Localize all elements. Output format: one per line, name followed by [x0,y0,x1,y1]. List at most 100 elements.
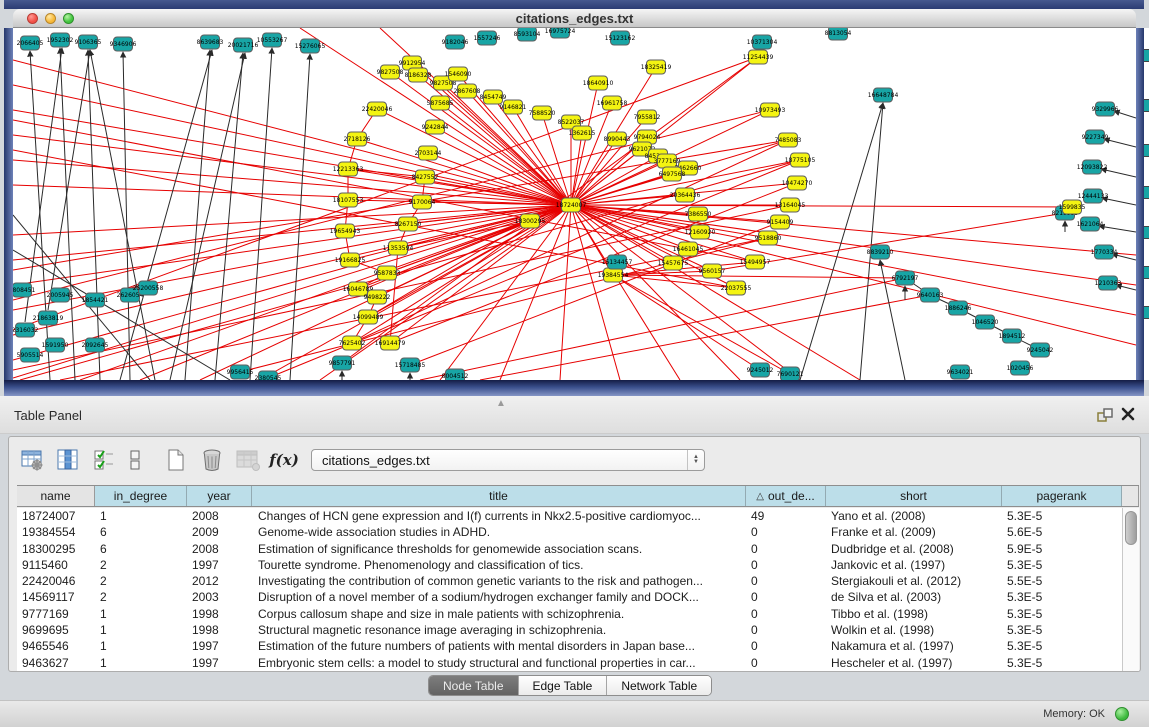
graph-node[interactable] [1144,49,1149,62]
table-cell[interactable]: 0 [746,638,826,654]
table-cell[interactable]: 2 [95,589,187,605]
table-cell[interactable]: Tourette syndrome. Phenomenology and cla… [252,557,746,573]
table-row[interactable]: 1456911722003Disruption of a novel membe… [17,589,1122,605]
new-table-button[interactable] [163,447,189,473]
table-cell[interactable]: 1 [95,622,187,638]
table-cell[interactable]: Estimation of the future numbers of pati… [252,638,746,654]
table-cell[interactable]: 9465546 [17,638,95,654]
table-cell[interactable]: 0 [746,541,826,557]
graph-edge[interactable] [377,109,571,205]
table-cell[interactable]: Disruption of a novel member of a sodium… [252,589,746,605]
table-cell[interactable]: 2008 [187,508,252,524]
table-cell[interactable]: 2008 [187,541,252,557]
table-cell[interactable]: 1998 [187,622,252,638]
show-columns-button[interactable] [55,447,81,473]
table-cell[interactable]: 5.3E-5 [1002,638,1122,654]
table-row[interactable]: 1938455462009Genome-wide association stu… [17,524,1122,540]
column-header-title[interactable]: title [252,486,746,506]
graph-edge[interactable] [500,205,571,380]
float-panel-button[interactable] [1096,407,1114,423]
tab-node-table[interactable]: Node Table [429,676,519,695]
table-cell[interactable]: Structural magnetic resonance image aver… [252,622,746,638]
table-row[interactable]: 946554611997Estimation of the future num… [17,638,1122,654]
graph-edge[interactable] [357,139,571,205]
table-row[interactable]: 977716911998Corpus callosum shape and si… [17,606,1122,622]
table-cell[interactable]: 1997 [187,655,252,671]
column-header-in-degree[interactable]: in_degree [95,486,187,506]
table-cell[interactable]: 5.5E-5 [1002,573,1122,589]
table-cell[interactable]: Estimation of significance thresholds fo… [252,541,746,557]
memory-status-indicator[interactable] [1115,707,1129,721]
table-cell[interactable]: 9699695 [17,622,95,638]
table-cell[interactable]: 2003 [187,589,252,605]
table-cell[interactable]: Changes of HCN gene expression and I(f) … [252,508,746,524]
column-header-name[interactable]: name [17,486,95,506]
table-cell[interactable]: 5.3E-5 [1002,589,1122,605]
function-builder-button[interactable]: f(x) [271,447,297,473]
stack-rows-button[interactable] [127,447,143,473]
table-row[interactable]: 969969511998Structural magnetic resonanc… [17,622,1122,638]
table-cell[interactable]: Stergiakouli et al. (2012) [826,573,1002,589]
select-rows-button[interactable] [91,447,117,473]
close-panel-button[interactable] [1120,406,1136,422]
table-cell[interactable]: Franke et al. (2009) [826,524,1002,540]
table-cell[interactable]: 49 [746,508,826,524]
table-cell[interactable]: 18724007 [17,508,95,524]
tab-edge-table[interactable]: Edge Table [519,676,608,695]
table-cell[interactable]: 9115460 [17,557,95,573]
table-cell[interactable]: 0 [746,524,826,540]
table-cell[interactable]: Genome-wide association studies in ADHD. [252,524,746,540]
column-header-year[interactable]: year [187,486,252,506]
table-cell[interactable]: 2 [95,573,187,589]
graph-node[interactable] [1144,226,1149,239]
table-cell[interactable]: 19384554 [17,524,95,540]
column-header-out-de-[interactable]: △out_de... [746,486,826,506]
table-cell[interactable]: Tibbo et al. (1998) [826,606,1002,622]
table-row[interactable]: 946362711997Embryonic stem cells: a mode… [17,655,1122,671]
table-cell[interactable]: 5.3E-5 [1002,655,1122,671]
table-cell[interactable]: 1 [95,638,187,654]
window-titlebar[interactable]: citations_edges.txt [13,9,1136,28]
table-cell[interactable]: Jankovic et al. (1997) [826,557,1002,573]
table-cell[interactable]: 0 [746,557,826,573]
graph-edge[interactable] [560,205,571,380]
table-cell[interactable]: 9463627 [17,655,95,671]
graph-node[interactable] [1144,186,1149,199]
table-cell[interactable]: 14569117 [17,589,95,605]
table-cell[interactable]: Dudbridge et al. (2008) [826,541,1002,557]
table-cell[interactable]: 18300295 [17,541,95,557]
column-header-pagerank[interactable]: pagerank [1002,486,1122,506]
table-cell[interactable]: 0 [746,573,826,589]
network-canvas[interactable]: 1872400718300295193845541513445722420046… [13,28,1136,380]
table-cell[interactable]: 22420046 [17,573,95,589]
table-cell[interactable]: 2 [95,557,187,573]
table-cell[interactable]: 9777169 [17,606,95,622]
table-cell[interactable]: Investigating the contribution of common… [252,573,746,589]
table-cell[interactable]: 0 [746,606,826,622]
table-cell[interactable]: 1997 [187,557,252,573]
table-cell[interactable]: 6 [95,524,187,540]
table-cell[interactable]: 5.9E-5 [1002,541,1122,557]
table-row[interactable]: 2242004622012Investigating the contribut… [17,573,1122,589]
tab-network-table[interactable]: Network Table [607,676,711,695]
resize-handle-icon[interactable]: ▲ [496,398,506,409]
table-cell[interactable]: de Silva et al. (2003) [826,589,1002,605]
table-cell[interactable]: 6 [95,541,187,557]
table-cell[interactable]: 5.3E-5 [1002,622,1122,638]
table-cell[interactable]: Nakamura et al. (1997) [826,638,1002,654]
graph-edge[interactable] [571,205,860,380]
table-cell[interactable]: 5.3E-5 [1002,606,1122,622]
graph-node[interactable] [1144,266,1149,279]
table-cell[interactable]: 0 [746,589,826,605]
vertical-scrollbar[interactable] [1122,508,1139,671]
table-options-button[interactable] [19,447,45,473]
table-cell[interactable]: Corpus callosum shape and size in male p… [252,606,746,622]
graph-edge[interactable] [613,275,790,374]
table-cell[interactable]: 5.6E-5 [1002,524,1122,540]
scrollbar-thumb[interactable] [1125,511,1137,545]
table-cell[interactable]: 1 [95,606,187,622]
table-selector-dropdown[interactable]: citations_edges.txt ▲▼ [311,449,705,471]
table-row[interactable]: 1872400712008Changes of HCN gene express… [17,508,1122,524]
table-row[interactable]: 911546021997Tourette syndrome. Phenomeno… [17,557,1122,573]
graph-node[interactable] [1144,306,1149,319]
